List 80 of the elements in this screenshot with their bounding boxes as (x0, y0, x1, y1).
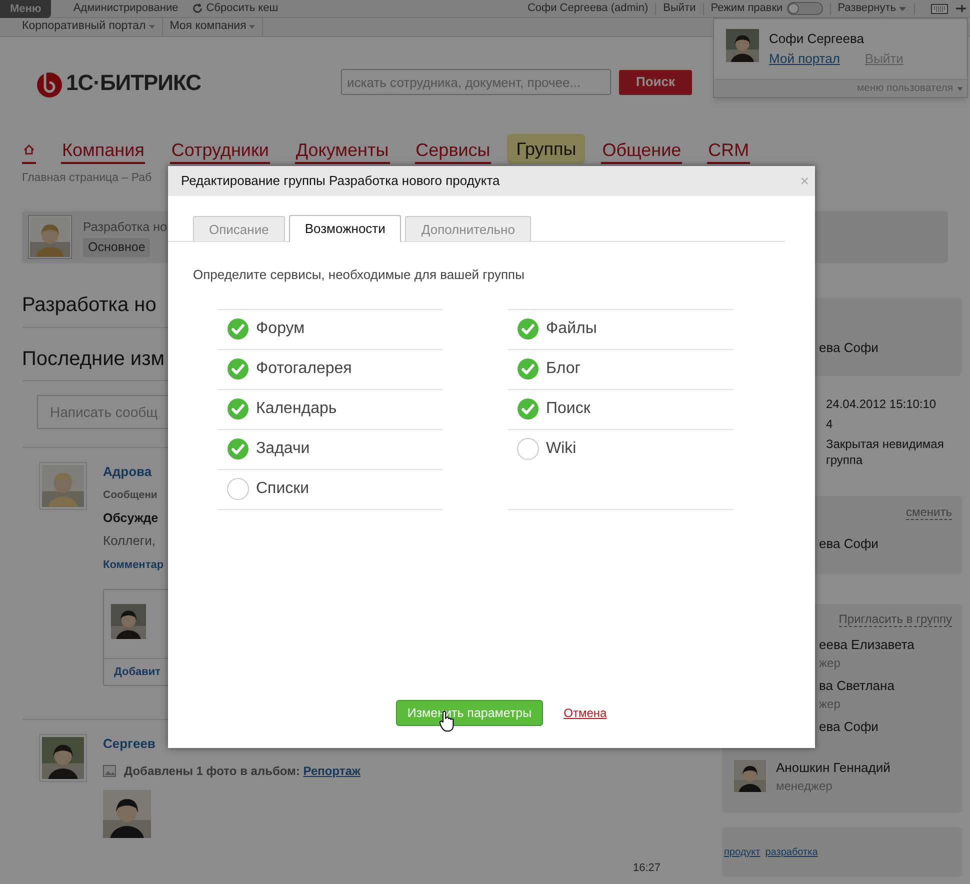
search-button[interactable]: Поиск (619, 70, 692, 94)
nav-tab[interactable]: CRM (707, 138, 750, 164)
post-author[interactable]: Сергеев (103, 734, 156, 754)
my-portal-link[interactable]: Мой портал (769, 48, 840, 68)
cancel-link[interactable]: Отмена (564, 704, 607, 722)
feature-label: Задачи (256, 439, 310, 459)
comments-link[interactable]: Комментар (103, 556, 164, 574)
checkbox-checked-icon[interactable] (517, 358, 539, 380)
member-role: жер (819, 696, 842, 712)
checkbox-checked-icon[interactable] (227, 398, 249, 420)
feature-label: Wiki (546, 439, 576, 459)
admin-link[interactable]: Администрирование (73, 0, 178, 17)
breadcrumb: Главная страница – Раб (22, 171, 152, 186)
feature-label: Фотогалерея (256, 359, 352, 379)
nav-tab[interactable]: Сотрудники (170, 138, 270, 164)
feature-label: Поиск (546, 399, 590, 419)
tag-link[interactable]: разработка (765, 844, 818, 860)
logout-link[interactable]: Выйти (663, 0, 696, 17)
nav-tab[interactable]: Сервисы (414, 138, 492, 164)
user-name: Софи Сергеева (769, 30, 865, 48)
post-title: Обсужде (103, 510, 158, 527)
checkbox-empty[interactable] (227, 478, 249, 500)
post-type: Сообщени (103, 488, 158, 503)
refresh-icon (192, 3, 204, 14)
post-author[interactable]: Адрова (103, 462, 152, 482)
owner-name[interactable]: ева Софи (819, 340, 878, 356)
dialog-tab[interactable]: Возможности (288, 215, 402, 242)
checkbox-checked-icon[interactable] (227, 438, 249, 460)
dropdown-caret-icon (957, 86, 963, 90)
feature-label: Списки (256, 479, 310, 499)
group-name: Разработка но (83, 218, 167, 236)
expand-link[interactable]: Развернуть (838, 0, 896, 17)
keyboard-icon[interactable] (931, 4, 948, 14)
feature-label: Календарь (256, 399, 337, 419)
home-icon[interactable] (22, 144, 36, 164)
group-tab[interactable]: Основное (83, 238, 150, 257)
member-name[interactable]: Аношкин Геннадий (776, 760, 890, 776)
member-role: менеджер (776, 778, 834, 794)
dropdown-caret-icon (148, 25, 155, 29)
member-role: жер (819, 655, 842, 672)
checkbox-checked-icon[interactable] (227, 358, 249, 380)
album-link[interactable]: Репортаж (303, 764, 360, 778)
dialog-prompt: Определите сервисы, необходимые для вашей группы (193, 266, 526, 284)
checkbox-empty[interactable] (517, 438, 539, 460)
checkbox-checked-icon[interactable] (517, 398, 539, 420)
dialog-tab[interactable]: Дополнительно (405, 216, 531, 241)
edit-mode-label: Режим правки (710, 1, 783, 16)
checkbox-checked-icon[interactable] (227, 318, 249, 340)
logo-text: 1С·БИТРИКС (66, 68, 202, 96)
menu-button[interactable]: Меню (0, 0, 52, 18)
edit-mode-switch[interactable] (786, 2, 823, 15)
member-name[interactable]: ва Светлана (819, 678, 894, 694)
nav-tab[interactable]: Компания (61, 138, 146, 164)
change-link[interactable]: сменить (906, 505, 952, 520)
checkbox-checked-icon[interactable] (517, 318, 539, 340)
site-menu-item[interactable]: Моя компания (170, 18, 264, 36)
member-name[interactable]: еева Елизавета (819, 637, 914, 654)
info-value: 4 (826, 416, 834, 432)
nav-tab[interactable]: Документы (294, 138, 390, 164)
time-label: 16:27 (633, 860, 662, 876)
site-menu-item[interactable]: Корпоративный портал (22, 18, 163, 36)
user-link[interactable]: Софи Сергеева (admin) (527, 0, 648, 17)
close-button[interactable]: × (800, 174, 809, 188)
dropdown-caret-icon (899, 6, 906, 10)
tag-link[interactable]: продукт (724, 844, 760, 860)
post-text: Коллеги, (103, 532, 156, 550)
clear-cache-link[interactable]: Сбросить кеш (206, 0, 278, 17)
activity-text: Добавлены 1 фото в альбом: Репортаж (124, 762, 360, 780)
nav-tab[interactable]: Группы (507, 134, 586, 164)
dialog-title: Редактирование группы Разработка нового продукта (181, 172, 501, 190)
search-field[interactable]: искать сотрудника, документ, прочее... (341, 69, 612, 95)
image-icon (103, 764, 116, 777)
info-value: Закрытая невидимая группа (826, 436, 945, 468)
dialog-tab[interactable]: Описание (193, 216, 285, 241)
member-name[interactable]: ева Софи (819, 719, 878, 736)
info-value: 24.04.2012 15:10:10 (826, 396, 938, 412)
invite-link[interactable]: Пригласить в группу (838, 612, 952, 628)
nav-tab[interactable]: Общение (601, 138, 682, 164)
dropdown-caret-icon (249, 25, 256, 29)
feature-label: Блог (546, 359, 581, 379)
